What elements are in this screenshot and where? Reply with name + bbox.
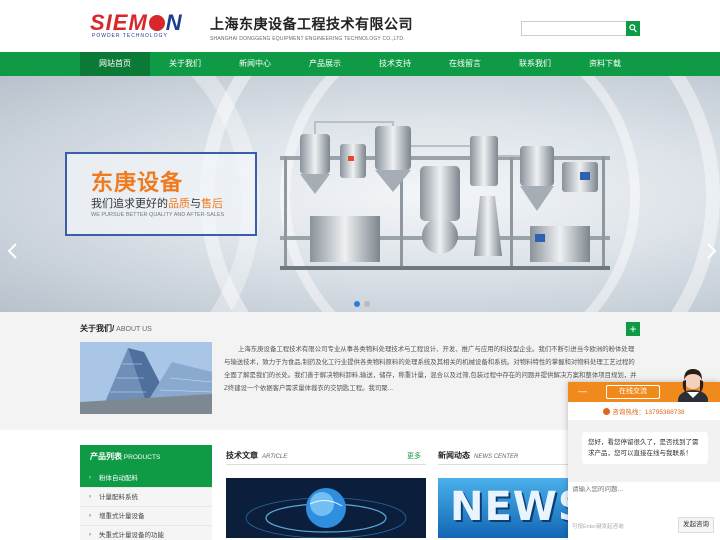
chat-minimize-button[interactable]: — bbox=[578, 386, 588, 396]
logo-tagline: POWDER TECHNOLOGY bbox=[92, 33, 168, 39]
news-title: 新闻动态 NEWS CENTER bbox=[438, 451, 519, 460]
news-thumbnail-word: NEWS bbox=[450, 484, 568, 530]
product-item[interactable]: › 计量配料系统 bbox=[80, 488, 212, 507]
product-item[interactable]: › 粉体自动配料 bbox=[80, 469, 212, 488]
chevron-right-icon: › bbox=[89, 475, 91, 481]
banner-slogan: 我们追求更好的品质与售后 bbox=[91, 198, 223, 210]
divider bbox=[226, 464, 426, 465]
company-name-cn: 上海东庚设备工程技术有限公司 bbox=[210, 16, 413, 32]
nav-item-support[interactable]: 技术支持 bbox=[360, 52, 430, 76]
site-header: SIEM N POWDER TECHNOLOGY 上海东庚设备工程技术有限公司 S… bbox=[0, 0, 720, 52]
chat-tab-online[interactable]: 在线交流 bbox=[606, 385, 660, 399]
search-icon bbox=[629, 24, 637, 33]
banner-dot[interactable] bbox=[354, 301, 360, 307]
chevron-right-icon: › bbox=[89, 494, 91, 500]
chat-send-button[interactable]: 发起咨询 bbox=[678, 517, 714, 533]
about-more-button[interactable]: + bbox=[626, 322, 640, 336]
news-thumbnail[interactable]: NEWS bbox=[438, 478, 568, 538]
nav-item-downloads[interactable]: 资料下载 bbox=[570, 52, 640, 76]
chat-hotline: 咨询热线：13795388738 bbox=[568, 406, 720, 416]
products-header: 产品列表 PRODUCTS bbox=[80, 445, 212, 469]
chat-input[interactable] bbox=[572, 486, 716, 493]
banner-next-arrow-icon[interactable] bbox=[704, 242, 718, 260]
chevron-right-icon: › bbox=[89, 513, 91, 519]
company-name: 上海东庚设备工程技术有限公司 SHANGHAI DONGGENG EQUIPME… bbox=[210, 14, 413, 42]
chevron-right-icon: › bbox=[89, 532, 91, 538]
banner-prev-arrow-icon[interactable] bbox=[6, 242, 20, 260]
chat-widget: — 在线交流 咨询热线：13795388738 您好，看您停留很久了，是否找到了… bbox=[568, 369, 720, 540]
main-nav: 网站首页 关于我们 新闻中心 产品展示 技术支持 在线留言 联系我们 资料下载 bbox=[0, 52, 720, 76]
chat-hint: 可按Enter键发起咨询 bbox=[572, 524, 624, 530]
banner-title: 东庚设备 bbox=[91, 170, 184, 195]
nav-item-contact[interactable]: 联系我们 bbox=[500, 52, 570, 76]
nav-item-about[interactable]: 关于我们 bbox=[150, 52, 220, 76]
nav-item-products[interactable]: 产品展示 bbox=[290, 52, 360, 76]
articles-title: 技术文章 ARTICLE bbox=[226, 451, 288, 460]
divider bbox=[438, 464, 568, 465]
banner-dot[interactable] bbox=[364, 301, 370, 307]
article-thumbnail[interactable] bbox=[226, 478, 426, 538]
machine-illustration bbox=[280, 121, 610, 270]
logo-sun-icon bbox=[148, 15, 165, 31]
phone-icon bbox=[603, 408, 611, 415]
nav-item-news[interactable]: 新闻中心 bbox=[220, 52, 290, 76]
search-button[interactable] bbox=[626, 21, 640, 36]
about-title: 关于我们/ ABOUT US bbox=[80, 324, 152, 333]
logo-wordmark: SIEM N bbox=[90, 10, 183, 35]
articles-more-link[interactable]: 更多 bbox=[407, 451, 421, 461]
about-building-image[interactable] bbox=[80, 342, 212, 414]
chat-message: 您好，看您停留很久了，是否找到了需求产品，您可以直接在线与我联系！ bbox=[582, 432, 708, 464]
logo[interactable]: SIEM N POWDER TECHNOLOGY bbox=[90, 10, 202, 40]
product-item[interactable]: › 失重式计量设备的功能 bbox=[80, 526, 212, 540]
hero-banner[interactable]: 东庚设备 我们追求更好的品质与售后 WE PURSUE BETTER QUALI… bbox=[0, 76, 720, 312]
search-box bbox=[521, 21, 640, 36]
company-name-en: SHANGHAI DONGGENG EQUIPMENT ENGINEERING … bbox=[210, 36, 405, 42]
banner-pagination bbox=[354, 294, 374, 312]
agent-avatar bbox=[678, 369, 708, 402]
banner-slogan-en: WE PURSUE BETTER QUALITY AND AFTER-SALES bbox=[91, 212, 225, 218]
nav-item-home[interactable]: 网站首页 bbox=[80, 52, 150, 76]
chat-messages: 您好，看您停留很久了，是否找到了需求产品，您可以直接在线与我联系！ bbox=[568, 420, 720, 482]
banner-slogan-box: 东庚设备 我们追求更好的品质与售后 WE PURSUE BETTER QUALI… bbox=[65, 152, 257, 236]
search-input[interactable] bbox=[521, 21, 627, 36]
nav-item-message[interactable]: 在线留言 bbox=[430, 52, 500, 76]
product-item[interactable]: › 增重式计量设备 bbox=[80, 507, 212, 526]
